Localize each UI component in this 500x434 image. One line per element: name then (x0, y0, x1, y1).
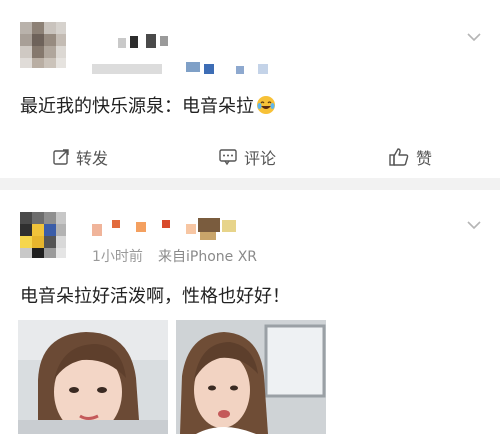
post-text-content: 最近我的快乐源泉：电音朵拉 (20, 96, 254, 117)
portrait-photo (176, 320, 326, 434)
chevron-down-icon[interactable] (466, 32, 482, 42)
avatar[interactable] (20, 212, 66, 258)
laughing-tears-emoji (257, 96, 275, 114)
post-image-2[interactable] (176, 320, 326, 434)
post-image-1[interactable] (18, 320, 168, 434)
portrait-photo (18, 320, 168, 434)
action-bar: 转发 评论 赞 (0, 142, 500, 172)
post-card-2: 1小时前 来自iPhone XR 电音朵拉好活泼啊，性格也好好！ (0, 190, 500, 434)
comment-label: 评论 (244, 149, 277, 168)
chevron-down-icon[interactable] (466, 220, 482, 230)
post-text: 电音朵拉好活泼啊，性格也好好！ (20, 286, 290, 307)
post-card-1: 最近我的快乐源泉：电音朵拉 转发 评论 赞 (0, 0, 500, 178)
repost-button[interactable]: 转发 (52, 142, 108, 172)
repost-label: 转发 (76, 149, 109, 168)
post-source[interactable]: 来自iPhone XR (158, 246, 257, 266)
avatar[interactable] (20, 22, 66, 68)
post-text: 最近我的快乐源泉：电音朵拉 (20, 92, 276, 118)
like-label: 赞 (416, 149, 433, 168)
comment-icon (219, 149, 237, 166)
like-button[interactable]: 赞 (388, 142, 432, 172)
comment-button[interactable]: 评论 (218, 142, 276, 172)
post-time: 1小时前 (92, 249, 143, 265)
thumbs-up-icon (389, 148, 409, 166)
repost-icon (53, 149, 69, 165)
